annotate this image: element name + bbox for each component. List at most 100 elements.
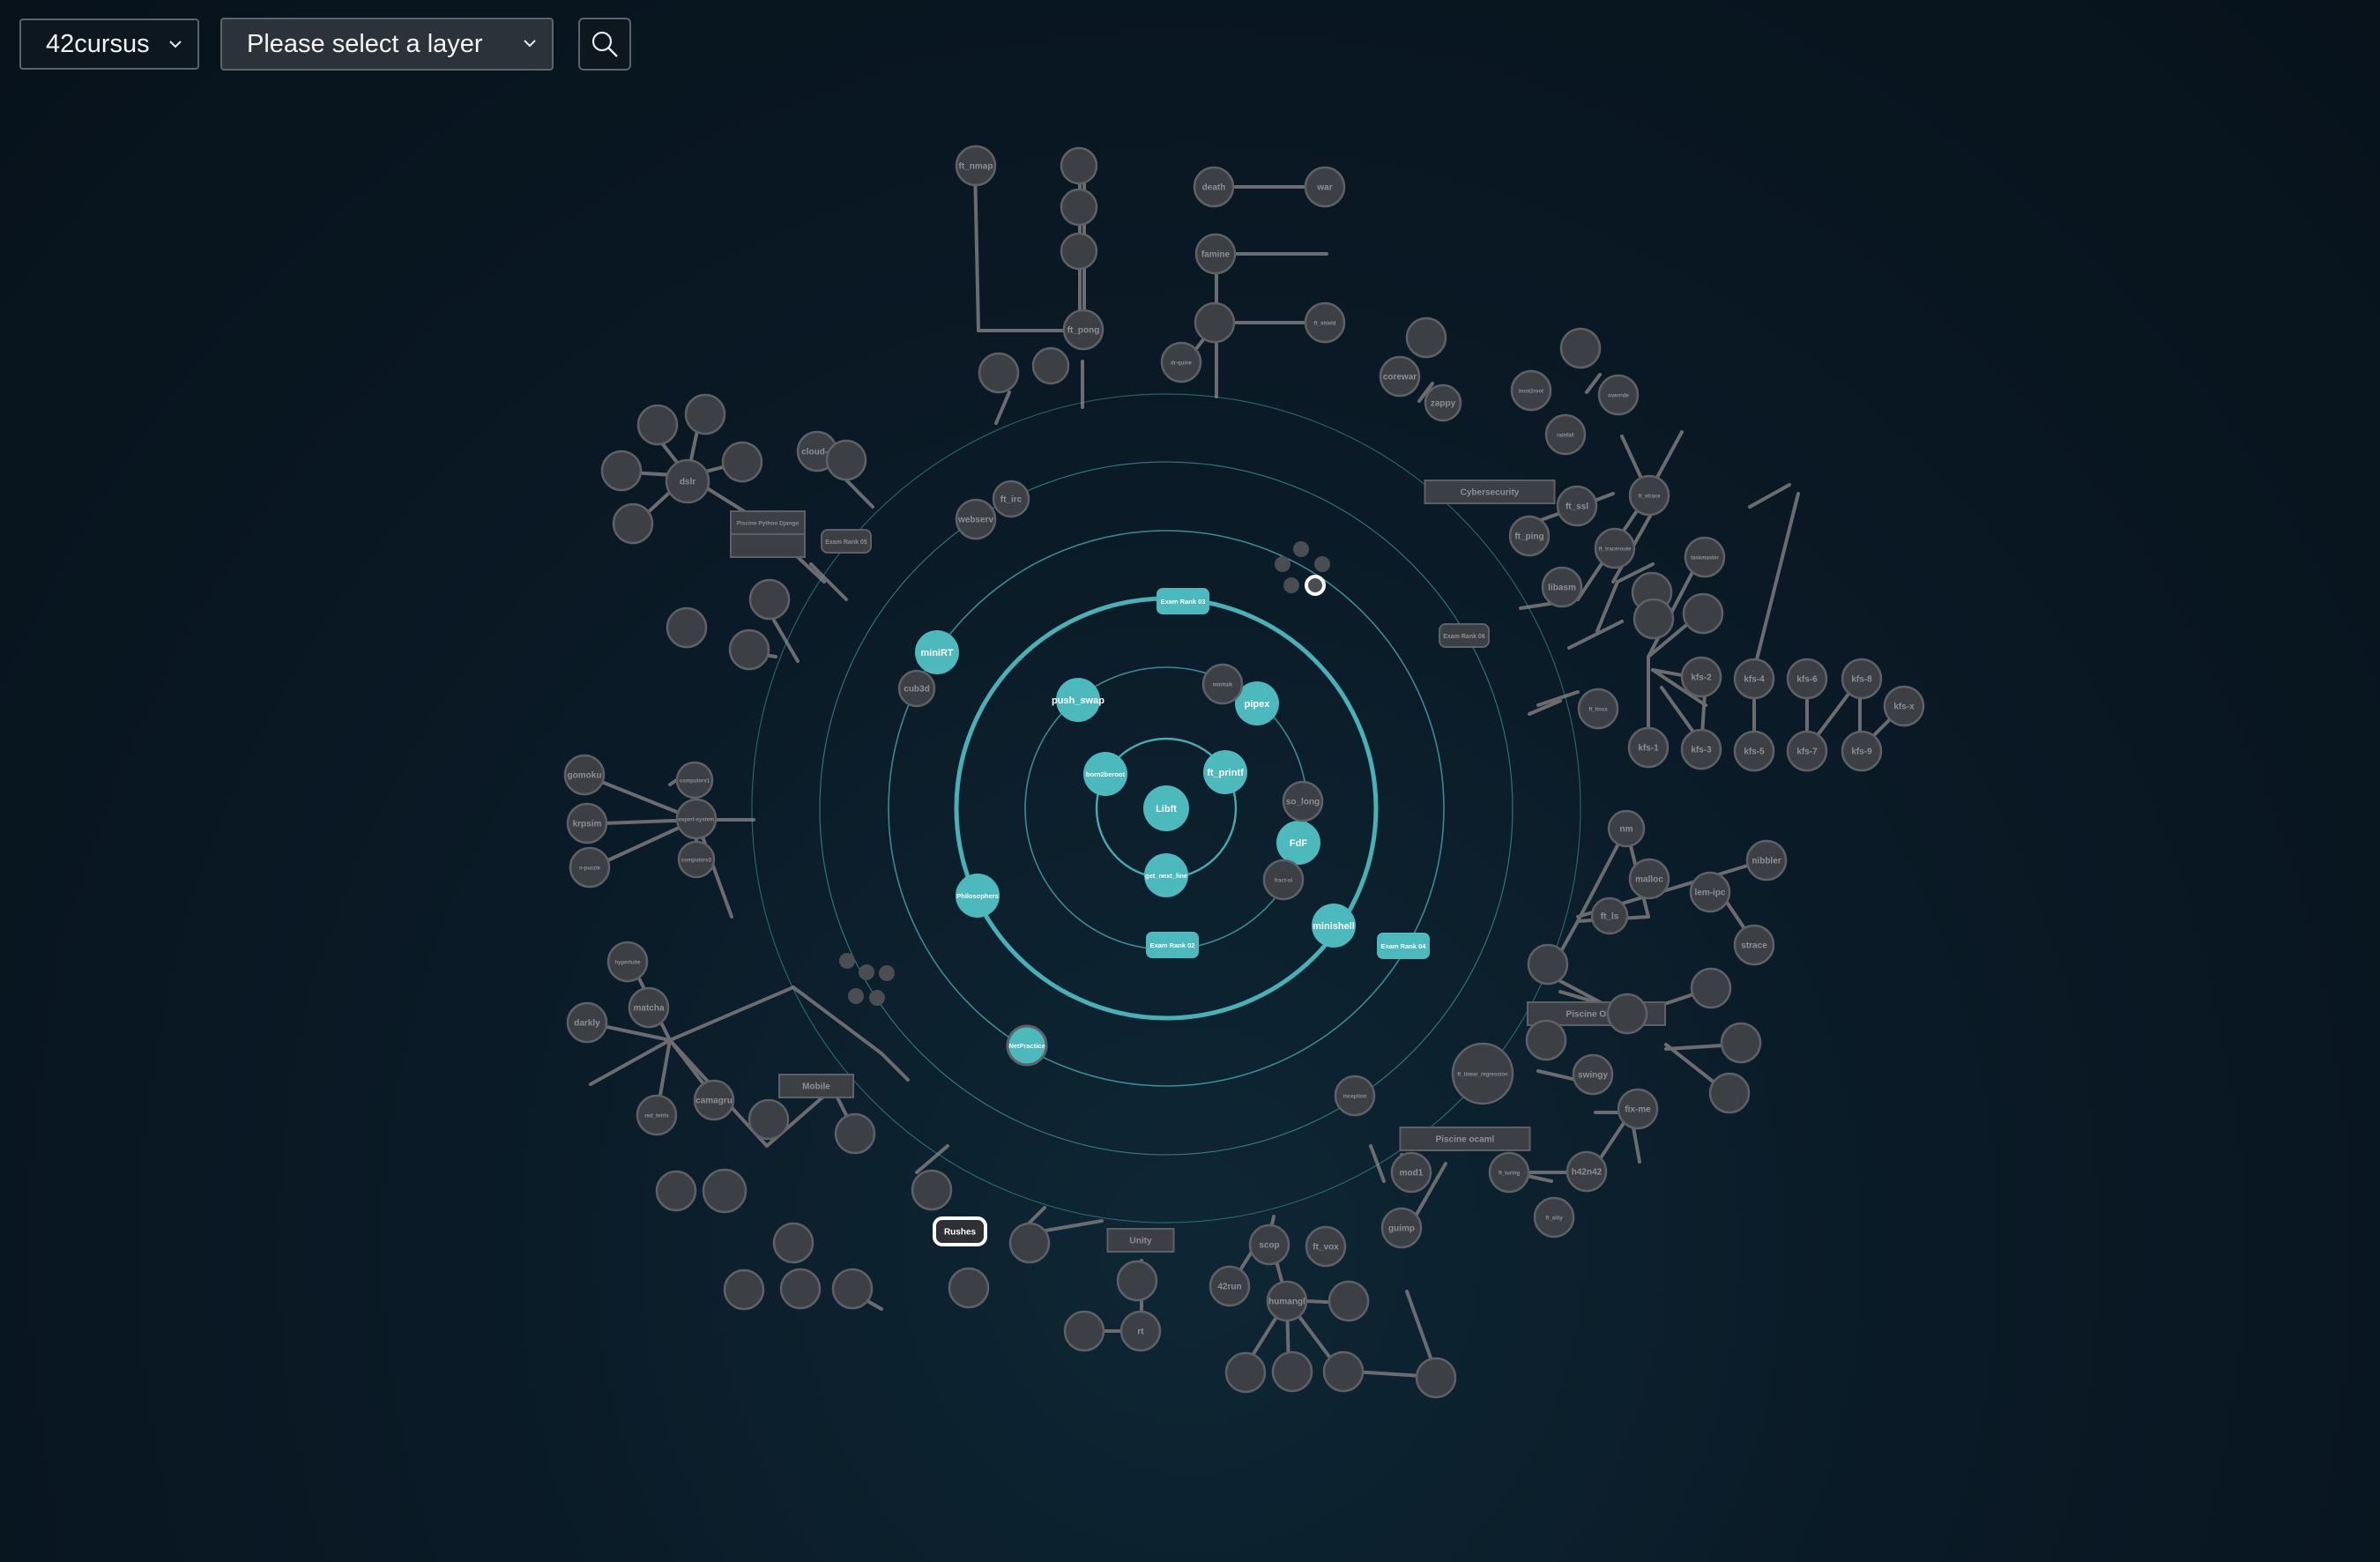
node-ft-nmap[interactable]: ft_nmap [955,145,997,187]
node-kfs-5[interactable]: kfs-5 [1733,730,1775,772]
node-kfs-6[interactable]: kfs-6 [1786,658,1828,700]
node-minirt[interactable]: miniRT [915,630,959,674]
node-expert-system[interactable]: expert-system [675,798,718,840]
unnamed-node[interactable] [1060,188,1098,227]
unnamed-node[interactable] [1008,1222,1051,1264]
node-boot2root[interactable]: boot2root [1510,369,1552,412]
node-guimp[interactable]: guimp [1380,1207,1423,1249]
unnamed-node[interactable] [1606,993,1648,1035]
cluster-dot[interactable] [869,990,885,1006]
node-ft-linux[interactable]: ft_linux [1577,688,1619,730]
unnamed-node[interactable] [1060,232,1098,271]
node-fdf[interactable]: FdF [1276,821,1320,865]
unnamed-node[interactable] [1271,1350,1313,1393]
unnamed-node[interactable] [636,404,679,446]
unnamed-node[interactable] [779,1268,822,1310]
node-krpsim[interactable]: krpsim [566,802,608,844]
node-nibbler[interactable]: nibbler [1745,839,1788,881]
node-scop[interactable]: scop [1248,1224,1290,1266]
node-ft-ssl[interactable]: ft_ssl [1556,485,1598,527]
node-strace[interactable]: strace [1733,924,1775,966]
node-kfs-3[interactable]: kfs-3 [1680,728,1722,770]
node-kfs-4[interactable]: kfs-4 [1733,658,1775,700]
unnamed-node[interactable] [1322,1350,1365,1393]
node-exam-rank-02[interactable]: Exam Rank 02 [1146,932,1199,958]
unnamed-node[interactable] [684,393,726,435]
unnamed-node[interactable] [1690,967,1732,1009]
node-hypertube[interactable]: hypertube [606,941,649,983]
node-h42n42[interactable]: h42n42 [1566,1150,1608,1193]
node-swingy[interactable]: swingy [1572,1053,1614,1096]
unnamed-node[interactable] [600,450,643,492]
unnamed-node[interactable] [978,352,1020,394]
node-npuzzle[interactable]: n-puzzle [569,846,611,889]
unnamed-node[interactable] [825,439,867,481]
node-red-tetris[interactable]: red_tetris [636,1094,678,1136]
unnamed-node[interactable] [911,1169,953,1211]
node-taskmaster[interactable]: taskmaster [1684,536,1726,578]
node-webserv[interactable]: webserv [955,498,997,540]
cluster-dot[interactable] [848,988,864,1004]
node-ft-linear-regression[interactable]: ft_linear_regression [1451,1042,1514,1105]
node-gomoku[interactable]: gomoku [563,754,606,796]
node-rushes[interactable]: Rushes [933,1216,987,1246]
unnamed-node[interactable] [666,606,708,649]
node-ft-ality[interactable]: ft_ality [1533,1196,1575,1238]
unnamed-node[interactable] [1116,1260,1158,1302]
unnamed-node[interactable] [612,502,654,545]
unnamed-node[interactable] [1060,146,1098,185]
cluster-dot[interactable] [859,964,874,980]
node-ft-vox[interactable]: ft_vox [1305,1225,1347,1268]
node-ft-strace[interactable]: ft_strace [1628,474,1670,517]
node-inception[interactable]: inception [1334,1075,1376,1117]
unnamed-node[interactable] [1708,1072,1751,1114]
node-dr-quine[interactable]: dr-quine [1160,341,1202,383]
unnamed-node[interactable] [1527,943,1569,986]
node-dslr[interactable]: dslr [665,458,710,504]
node-fix-me[interactable]: fix-me [1617,1088,1659,1130]
unnamed-node[interactable] [1633,598,1675,640]
node-piscine-python[interactable]: Piscine Python Django [730,510,806,558]
unnamed-node[interactable] [1063,1310,1105,1352]
node-exam-rank-06[interactable]: Exam Rank 06 [1439,623,1490,648]
node-unity[interactable]: Unity [1106,1228,1175,1253]
unnamed-node[interactable] [831,1268,874,1310]
node-death[interactable]: death [1193,166,1235,208]
unnamed-node[interactable] [723,1268,765,1311]
cluster-dot[interactable] [1283,577,1299,593]
node-born2beroot[interactable]: born2beroot [1083,752,1127,796]
cluster-dot-selected[interactable] [1305,575,1326,596]
node-fract-ol[interactable]: fract-ol [1262,859,1305,901]
unnamed-node[interactable] [721,441,763,483]
cluster-dot[interactable] [1314,556,1330,572]
node-malloc[interactable]: malloc [1628,858,1670,900]
unnamed-node[interactable] [1328,1280,1370,1322]
unnamed-node[interactable] [1682,592,1724,635]
node-kfs-9[interactable]: kfs-9 [1841,730,1883,772]
node-camagru[interactable]: camagru [693,1079,735,1121]
node-netpractice[interactable]: NetPractice [1006,1024,1048,1067]
cluster-dot[interactable] [879,965,895,981]
node-corewar[interactable]: corewar [1379,355,1421,398]
node-zappy[interactable]: zappy [1424,383,1462,422]
unnamed-node[interactable] [1194,301,1236,344]
node-kfs-1[interactable]: kfs-1 [1627,726,1670,769]
unnamed-node[interactable] [655,1170,697,1212]
unnamed-node[interactable] [728,629,770,671]
unnamed-node[interactable] [702,1168,747,1214]
node-ft-turing[interactable]: ft_turing [1488,1151,1530,1194]
node-cybersecurity[interactable]: Cybersecurity [1424,480,1556,504]
node-piscine-ocaml[interactable]: Piscine ocaml [1399,1127,1531,1151]
node-kfs-2[interactable]: kfs-2 [1680,656,1722,698]
cluster-dot[interactable] [1275,556,1290,572]
node-minishell[interactable]: minishell [1312,904,1356,948]
node-war[interactable]: war [1304,166,1346,208]
node-ft-pong[interactable]: ft_pong [1062,309,1104,351]
node-computorv1[interactable]: computorv1 [675,761,714,800]
node-ft-ping[interactable]: ft_ping [1508,515,1551,557]
node-mod1[interactable]: mod1 [1390,1151,1432,1194]
node-exam-rank-03[interactable]: Exam Rank 03 [1157,588,1209,614]
unnamed-node[interactable] [747,1098,790,1141]
node-so-long[interactable]: so_long [1282,780,1324,822]
unnamed-node[interactable] [834,1112,876,1155]
